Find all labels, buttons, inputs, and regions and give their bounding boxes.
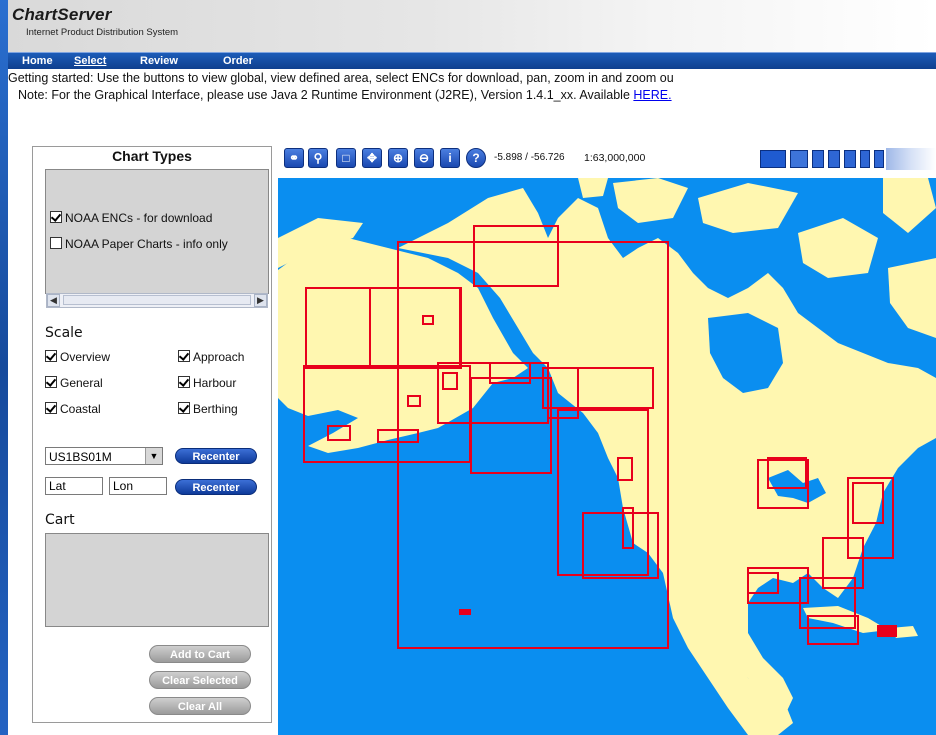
harbour-label: Harbour (193, 376, 237, 390)
zoom-seg-6[interactable] (874, 150, 884, 168)
lat-field[interactable]: Lat (45, 477, 103, 495)
view-area-icon[interactable]: ⚲ (308, 148, 328, 168)
scale-approach[interactable]: Approach (178, 350, 244, 364)
scale-overview[interactable]: Overview (45, 350, 110, 364)
scale-coastal[interactable]: Coastal (45, 402, 101, 416)
help-icon[interactable]: ? (466, 148, 486, 168)
clear-selected-button[interactable]: Clear Selected (149, 671, 251, 689)
chart-type-noaa-encs[interactable]: NOAA ENCs - for download (50, 211, 212, 225)
lon-field[interactable]: Lon (109, 477, 167, 495)
zoom-seg-4[interactable] (844, 150, 856, 168)
noaa-paper-checkbox[interactable] (50, 237, 62, 249)
zoom-slider[interactable] (758, 148, 886, 170)
harbour-checkbox[interactable] (178, 376, 190, 388)
nav-select[interactable]: Select (74, 53, 106, 69)
chartserver-page: ChartServer Internet Product Distributio… (8, 0, 936, 735)
zoom-level-marker[interactable] (760, 150, 786, 168)
info-icon[interactable]: i (440, 148, 460, 168)
general-checkbox[interactable] (45, 376, 57, 388)
scroll-thumb[interactable] (63, 295, 251, 305)
select-icon[interactable]: □ (336, 148, 356, 168)
chart-select-value: US1BS01M (49, 450, 112, 464)
chart-select[interactable]: US1BS01M ▼ (45, 447, 163, 465)
recenter-latlon-button[interactable]: Recenter (175, 479, 257, 495)
scale-label: Scale (45, 325, 83, 341)
chart-types-scrollbar[interactable]: ◀ ▶ (46, 293, 268, 308)
scale-berthing[interactable]: Berthing (178, 402, 238, 416)
coordinate-readout: -5.898 / -56.726 (494, 152, 565, 163)
zoom-seg-3[interactable] (828, 150, 840, 168)
nav-review[interactable]: Review (140, 53, 178, 69)
instructions: Getting started: Use the buttons to view… (8, 70, 936, 104)
nav-order[interactable]: Order (223, 53, 253, 69)
scroll-right-arrow-icon[interactable]: ▶ (254, 294, 267, 307)
zoom-seg-5[interactable] (860, 150, 870, 168)
zoom-in-icon[interactable]: ⊕ (388, 148, 408, 168)
enc-harbour-hawaii[interactable] (459, 609, 471, 615)
slide-frame (0, 0, 8, 735)
clear-all-button[interactable]: Clear All (149, 697, 251, 715)
general-label: General (60, 376, 103, 390)
header: ChartServer Internet Product Distributio… (8, 0, 936, 52)
zoom-slider-fade (886, 148, 936, 170)
coastal-label: Coastal (60, 402, 101, 416)
app-title: ChartServer (12, 5, 112, 24)
chart-type-noaa-paper[interactable]: NOAA Paper Charts - info only (50, 237, 228, 251)
overview-label: Overview (60, 350, 111, 364)
approach-checkbox[interactable] (178, 350, 190, 362)
java-download-link[interactable]: HERE. (633, 88, 671, 102)
scale-general[interactable]: General (45, 376, 103, 390)
noaa-encs-checkbox[interactable] (50, 211, 62, 223)
zoom-seg-1[interactable] (790, 150, 808, 168)
recenter-chart-button[interactable]: Recenter (175, 448, 257, 464)
zoom-seg-2[interactable] (812, 150, 824, 168)
approach-label: Approach (193, 350, 245, 364)
app-subtitle: Internet Product Distribution System (26, 27, 179, 38)
pan-icon[interactable]: ✥ (362, 148, 382, 168)
coastal-checkbox[interactable] (45, 402, 57, 414)
zoom-out-icon[interactable]: ⊖ (414, 148, 434, 168)
overview-checkbox[interactable] (45, 350, 57, 362)
cart-label: Cart (45, 512, 75, 528)
instructions-line-2-text: Note: For the Graphical Interface, pleas… (18, 88, 634, 102)
nav-bar: Home Select Review Order (8, 52, 936, 69)
nav-home[interactable]: Home (22, 53, 53, 69)
cart-list[interactable] (45, 533, 269, 627)
instructions-line-1: Getting started: Use the buttons to view… (8, 71, 674, 85)
berthing-label: Berthing (193, 402, 238, 416)
globe-icon[interactable]: ⚭ (284, 148, 304, 168)
instructions-line-2: Note: For the Graphical Interface, pleas… (8, 87, 936, 104)
scale-readout: 1:63,000,000 (584, 152, 646, 164)
enc-harbour-puerto-rico[interactable] (877, 625, 897, 637)
add-to-cart-button[interactable]: Add to Cart (149, 645, 251, 663)
noaa-encs-label: NOAA ENCs - for download (65, 211, 213, 225)
map-canvas[interactable] (278, 178, 936, 735)
control-panel: Chart Types NOAA ENCs - for download NOA… (32, 146, 272, 723)
berthing-checkbox[interactable] (178, 402, 190, 414)
chart-types-title: Chart Types (112, 148, 192, 164)
chevron-down-icon[interactable]: ▼ (145, 448, 162, 464)
chart-map[interactable] (278, 178, 936, 735)
chart-types-list: NOAA ENCs - for download NOAA Paper Char… (45, 169, 269, 294)
noaa-paper-label: NOAA Paper Charts - info only (65, 237, 228, 251)
scroll-left-arrow-icon[interactable]: ◀ (47, 294, 60, 307)
scale-harbour[interactable]: Harbour (178, 376, 236, 390)
